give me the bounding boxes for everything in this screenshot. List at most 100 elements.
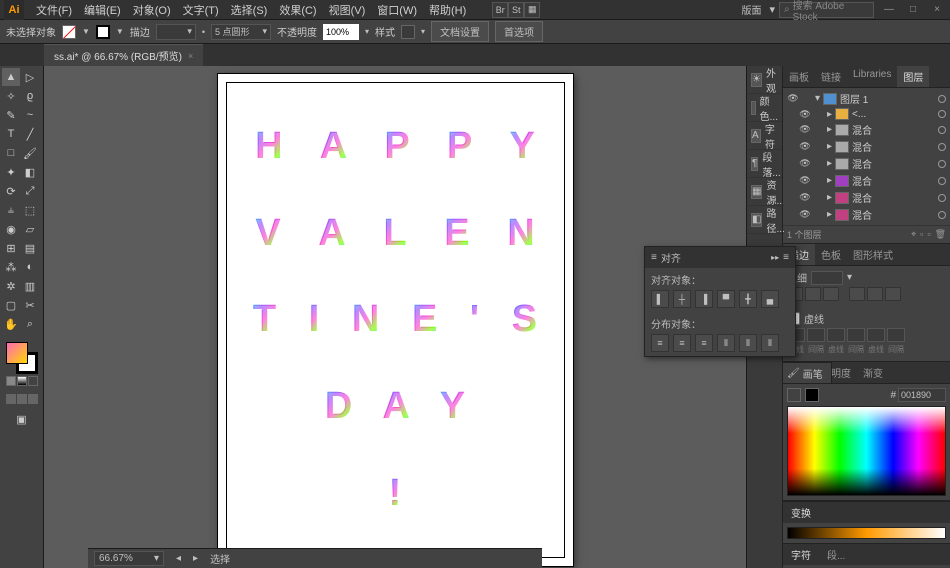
corner-miter[interactable] bbox=[849, 287, 865, 301]
gradient-mode[interactable] bbox=[17, 376, 27, 386]
color-mode[interactable] bbox=[6, 376, 16, 386]
menu-help[interactable]: 帮助(H) bbox=[423, 0, 472, 20]
gap-input[interactable] bbox=[807, 328, 825, 342]
style-chevron-icon[interactable]: ▾ bbox=[421, 27, 425, 36]
mesh-tool[interactable]: ⊞ bbox=[2, 239, 20, 257]
visibility-icon[interactable]: 👁 bbox=[799, 158, 811, 170]
corner-round[interactable] bbox=[867, 287, 883, 301]
brush-panel-collapsed[interactable]: 🖌 画笔 bbox=[782, 362, 832, 384]
layout-label[interactable]: 版面 bbox=[741, 2, 761, 17]
tab-layers[interactable]: 图层 bbox=[897, 66, 929, 87]
tab-graphic-styles[interactable]: 图形样式 bbox=[847, 244, 899, 265]
assets-strip[interactable]: ▦资源... bbox=[747, 178, 782, 206]
tab-swatches[interactable]: 色板 bbox=[815, 244, 847, 265]
rectangle-tool[interactable]: □ bbox=[2, 144, 20, 162]
opacity-chevron-icon[interactable]: ▾ bbox=[365, 27, 369, 36]
sublayer-row[interactable]: 👁▸混合 bbox=[785, 206, 948, 223]
pen-tool[interactable]: ✎ bbox=[2, 106, 20, 124]
window-close[interactable]: × bbox=[928, 3, 946, 17]
tab-libraries[interactable]: Libraries bbox=[847, 66, 897, 87]
panel-menu-icon[interactable]: ≡ bbox=[783, 252, 789, 263]
sublayer-row[interactable]: 👁▸混合 bbox=[785, 189, 948, 206]
expand-icon[interactable]: ▸ bbox=[827, 124, 832, 135]
eyedropper-tool[interactable]: ⁂ bbox=[2, 258, 20, 276]
menu-type[interactable]: 文字(T) bbox=[177, 0, 225, 20]
shape-builder-tool[interactable]: ◉ bbox=[2, 220, 20, 238]
align-top[interactable]: ▀ bbox=[717, 290, 735, 308]
menu-object[interactable]: 对象(O) bbox=[127, 0, 177, 20]
expand-icon[interactable]: ▸ bbox=[827, 141, 832, 152]
style-swatch[interactable] bbox=[401, 25, 415, 39]
sublayer-row[interactable]: 👁▸混合 bbox=[785, 172, 948, 189]
brush-dropdown[interactable]: 5 点圆形▾ bbox=[211, 24, 271, 40]
new-layer-icon[interactable]: ▫ bbox=[927, 229, 930, 240]
expand-icon[interactable]: ▸ bbox=[827, 209, 832, 220]
character-strip[interactable]: A字符 bbox=[747, 122, 782, 150]
weight-input[interactable] bbox=[811, 271, 843, 285]
menu-select[interactable]: 选择(S) bbox=[225, 0, 274, 20]
tab-links[interactable]: 链接 bbox=[815, 66, 847, 87]
distribute-right[interactable]: ⦀ bbox=[761, 334, 779, 352]
paintbrush-tool[interactable]: 🖌 bbox=[21, 144, 39, 162]
expand-icon[interactable]: ▸ bbox=[827, 175, 832, 186]
target-icon[interactable] bbox=[938, 177, 946, 185]
shaper-tool[interactable]: ✦ bbox=[2, 163, 20, 181]
target-icon[interactable] bbox=[938, 126, 946, 134]
artboard-tool[interactable]: ▢ bbox=[2, 296, 20, 314]
sublayer-row[interactable]: 👁▸<... bbox=[785, 107, 948, 121]
curvature-tool[interactable]: ~ bbox=[21, 106, 39, 124]
sublayer-row[interactable]: 👁▸混合 bbox=[785, 138, 948, 155]
panel-collapse-icon[interactable]: ▸▸ bbox=[771, 253, 779, 262]
target-icon[interactable] bbox=[938, 194, 946, 202]
magic-wand-tool[interactable]: ✧ bbox=[2, 87, 20, 105]
type-tool[interactable]: T bbox=[2, 125, 20, 143]
column-graph-tool[interactable]: ▥ bbox=[21, 277, 39, 295]
weight-chevron-icon[interactable]: ▾ bbox=[847, 272, 852, 283]
align-vcenter[interactable]: ╋ bbox=[739, 290, 757, 308]
dash-input[interactable] bbox=[827, 328, 845, 342]
appearance-strip[interactable]: ☀外观 bbox=[747, 66, 782, 94]
stock-icon[interactable]: St bbox=[508, 2, 524, 18]
symbol-sprayer-tool[interactable]: ✲ bbox=[2, 277, 20, 295]
stroke-weight-dropdown[interactable]: ▾ bbox=[156, 24, 196, 40]
target-icon[interactable] bbox=[938, 160, 946, 168]
distribute-hcenter[interactable]: ⦀ bbox=[739, 334, 757, 352]
draw-inside[interactable] bbox=[28, 394, 38, 404]
visibility-icon[interactable]: 👁 bbox=[799, 209, 811, 221]
menu-file[interactable]: 文件(F) bbox=[30, 0, 78, 20]
distribute-left[interactable]: ⦀ bbox=[717, 334, 735, 352]
expand-icon[interactable]: ▸ bbox=[827, 158, 832, 169]
stroke-swatch[interactable] bbox=[96, 25, 110, 39]
visibility-icon[interactable]: 👁 bbox=[799, 124, 811, 136]
layout-chevron-icon[interactable]: ▾ bbox=[769, 3, 775, 16]
zoom-tool[interactable]: ⌕ bbox=[21, 315, 39, 333]
bridge-icon[interactable]: Br bbox=[492, 2, 508, 18]
color-spectrum[interactable] bbox=[787, 406, 946, 496]
document-tab[interactable]: ss.ai* @ 66.67% (RGB/预览) × bbox=[44, 44, 203, 66]
blend-tool[interactable]: ◐ bbox=[21, 258, 39, 276]
distribute-vcenter[interactable]: ≡ bbox=[673, 334, 691, 352]
stock-search-input[interactable]: ⌕ 搜索 Adobe Stock bbox=[779, 2, 874, 18]
expand-icon[interactable]: ▸ bbox=[827, 192, 832, 203]
rotate-tool[interactable]: ⟳ bbox=[2, 182, 20, 200]
zoom-dropdown[interactable]: 66.67% ▾ bbox=[94, 551, 164, 566]
hex-input[interactable]: 001890 bbox=[898, 388, 946, 402]
paragraph-strip[interactable]: ¶段落... bbox=[747, 150, 782, 178]
draw-behind[interactable] bbox=[17, 394, 27, 404]
arrange-icon[interactable]: ▦ bbox=[524, 2, 540, 18]
tab-artboards[interactable]: 画板 bbox=[783, 66, 815, 87]
visibility-icon[interactable]: 👁 bbox=[799, 141, 811, 153]
expand-icon[interactable]: ▾ bbox=[815, 93, 820, 104]
delete-layer-icon[interactable]: 🗑 bbox=[935, 229, 946, 240]
menu-edit[interactable]: 编辑(E) bbox=[78, 0, 127, 20]
nav-right-icon[interactable]: ▸ bbox=[193, 553, 198, 564]
gap-input[interactable] bbox=[847, 328, 865, 342]
none-mode[interactable] bbox=[28, 376, 38, 386]
scale-tool[interactable]: ⤢ bbox=[21, 182, 39, 200]
tab-transform[interactable]: 变换 bbox=[783, 502, 819, 523]
screen-mode[interactable]: ▣ bbox=[13, 410, 31, 428]
target-icon[interactable] bbox=[938, 143, 946, 151]
align-panel-tab[interactable]: ≡ 对齐 ▸▸ ≡ bbox=[645, 247, 795, 268]
black-swatch[interactable] bbox=[805, 388, 819, 402]
eraser-tool[interactable]: ◧ bbox=[21, 163, 39, 181]
